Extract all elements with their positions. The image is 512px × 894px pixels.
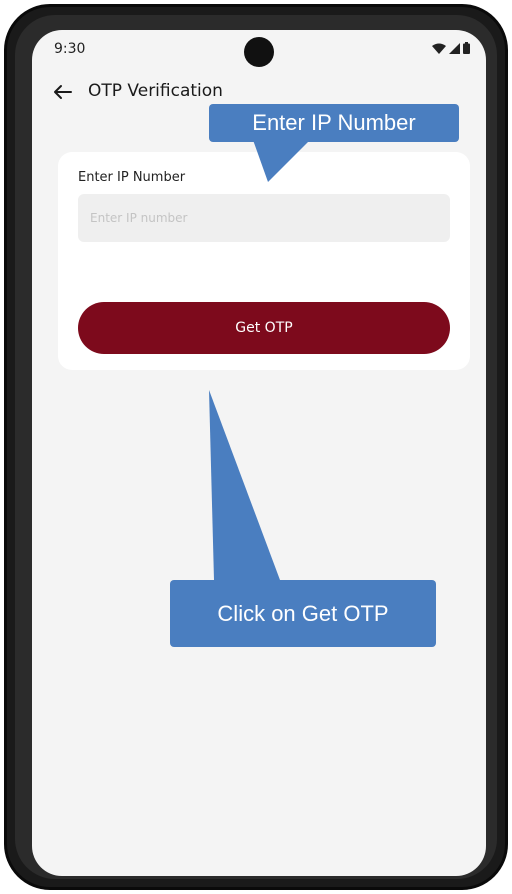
signal-icon xyxy=(449,42,460,54)
front-camera xyxy=(244,37,274,67)
ip-number-label: Enter IP Number xyxy=(78,170,186,185)
wifi-icon xyxy=(432,43,446,54)
status-time: 9:30 xyxy=(54,41,86,57)
callout-enter-ip-number: Enter IP Number xyxy=(209,104,459,142)
otp-form-card: Enter IP Number Get OTP xyxy=(58,152,470,370)
page-title: OTP Verification xyxy=(88,81,223,101)
get-otp-button[interactable]: Get OTP xyxy=(78,302,450,354)
status-icons xyxy=(432,42,470,54)
callout-click-get-otp: Click on Get OTP xyxy=(170,580,436,647)
app-bar: OTP Verification xyxy=(32,78,486,106)
status-bar: 9:30 xyxy=(32,30,486,70)
back-button[interactable] xyxy=(50,78,74,106)
arrow-left-icon xyxy=(54,85,72,99)
app-screen: 9:30 OTP Verification Enter IP Number Ge… xyxy=(32,30,486,876)
ip-number-input[interactable] xyxy=(78,194,450,242)
battery-icon xyxy=(463,42,470,54)
